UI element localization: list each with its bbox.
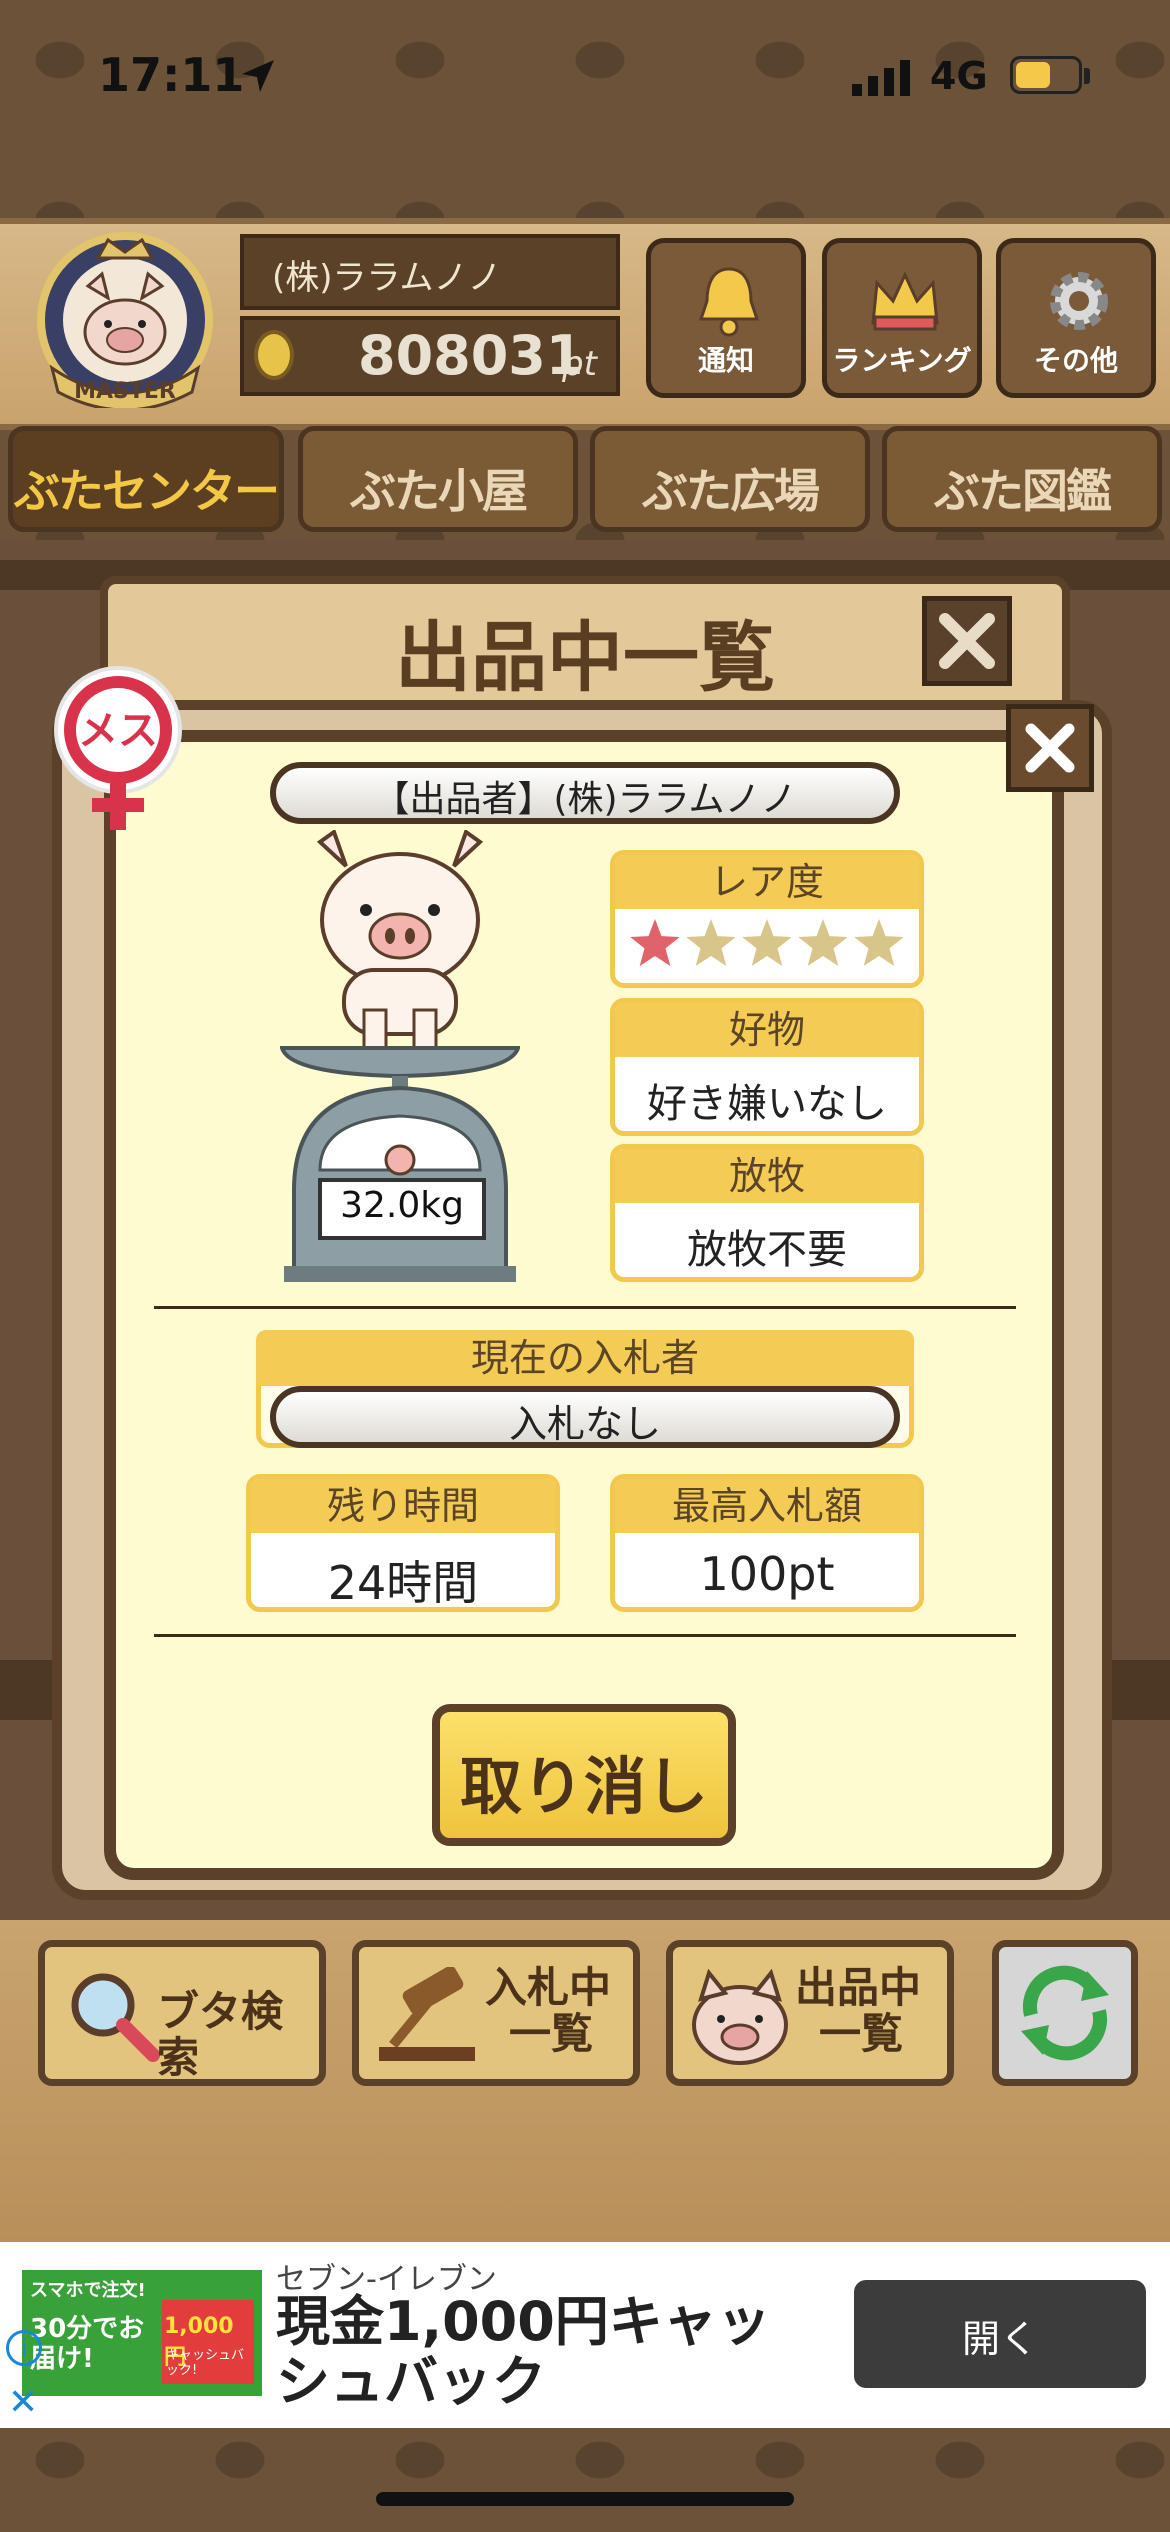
tab-buta-zukan[interactable]: ぶた図鑑: [882, 426, 1162, 532]
gavel-icon: [379, 1967, 475, 2061]
signal-icon: [852, 60, 910, 96]
star-filled-icon: [630, 919, 680, 966]
current-bidder-label: 現在の入札者: [256, 1330, 914, 1386]
battery-icon: [1010, 56, 1082, 94]
ad-close-icon[interactable]: ✕: [8, 2382, 38, 2423]
bidding-list-button[interactable]: 入札中 一覧: [352, 1940, 640, 2086]
bell-icon: [698, 267, 760, 337]
remaining-time-value: 24時間: [327, 1556, 479, 1610]
network-type: 4G: [930, 54, 988, 98]
notify-label: 通知: [697, 344, 754, 377]
remaining-time-card: 残り時間 24時間: [246, 1474, 560, 1612]
current-bidder-value: 入札なし: [508, 1402, 661, 1446]
close-icon: [939, 613, 995, 669]
location-arrow-icon: [242, 60, 274, 92]
remaining-time-label: 残り時間: [251, 1479, 555, 1533]
close-dialog-button[interactable]: [1006, 704, 1094, 792]
divider: [154, 1306, 1016, 1309]
star-empty-icon: [854, 919, 904, 966]
ad-image[interactable]: スマホで注文! 30分でお届け! 1,000円 キャッシュバック!: [22, 2270, 262, 2396]
listing-label-1: 出品中: [795, 1963, 922, 2012]
star-empty-icon: [798, 919, 848, 966]
ranking-label: ランキング: [832, 344, 972, 377]
refresh-button[interactable]: [992, 1940, 1138, 2086]
battery-tip: [1084, 68, 1090, 84]
pig-search-label: ブタ検索: [157, 1987, 284, 2082]
points-unit: pt: [562, 344, 597, 384]
coin-icon: [254, 330, 294, 380]
notify-button[interactable]: 通知: [646, 238, 806, 398]
rarity-stars: [615, 909, 919, 979]
ad-info-icon[interactable]: i: [6, 2330, 42, 2366]
tab-buta-center[interactable]: ぶたセンター: [8, 426, 284, 532]
pig-face-icon: [692, 1968, 788, 2065]
rarity-label: レア度: [615, 855, 919, 909]
favorite-value: 好き嫌いなし: [647, 1081, 887, 1127]
master-badge-icon[interactable]: MASTER: [22, 228, 228, 408]
tab-buta-hiroba[interactable]: ぶた広場: [590, 426, 870, 532]
seller-name: 【出品者】(株)ララムノノ: [373, 779, 797, 820]
pig-search-button[interactable]: ブタ検索: [38, 1940, 326, 2086]
rarity-card: レア度: [610, 850, 924, 988]
home-indicator: [376, 2492, 794, 2506]
ad-headline[interactable]: 現金1,000円キャッシュバック: [276, 2292, 796, 2412]
refresh-icon: [1021, 1965, 1109, 2061]
favorite-label: 好物: [615, 1003, 919, 1057]
ad-open-label[interactable]: 開く: [854, 2308, 1146, 2363]
weight-value: 32.0kg: [340, 1185, 464, 1226]
close-list-button[interactable]: [922, 596, 1012, 686]
listing-list-button[interactable]: 出品中 一覧: [666, 1940, 954, 2086]
bidding-label-2: 一覧: [509, 2009, 594, 2058]
magnifier-icon: [71, 1973, 160, 2062]
cancel-label[interactable]: 取り消し: [432, 1736, 736, 1826]
grazing-label: 放牧: [615, 1149, 919, 1203]
user-name: (株)ララムノノ: [272, 258, 502, 298]
grazing-value: 放牧不要: [687, 1227, 847, 1273]
other-button[interactable]: その他: [996, 238, 1156, 398]
other-label: その他: [1033, 344, 1118, 377]
close-icon: [1025, 723, 1075, 773]
favorite-food-card: 好物 好き嫌いなし: [610, 998, 924, 1136]
star-empty-icon: [686, 919, 736, 966]
divider: [154, 1634, 1016, 1637]
star-empty-icon: [742, 919, 792, 966]
female-icon: メス: [54, 666, 182, 830]
svg-text:メス: メス: [78, 708, 158, 754]
tab-buta-goya[interactable]: ぶた小屋: [298, 426, 578, 532]
ranking-button[interactable]: ランキング: [822, 238, 982, 398]
bidding-label-1: 入札中: [485, 1963, 612, 2012]
grazing-card: 放牧 放牧不要: [610, 1144, 924, 1282]
crown-icon: [871, 271, 939, 331]
max-bid-card: 最高入札額 100pt: [610, 1474, 924, 1612]
star-rating-icon: [630, 919, 904, 966]
points-value: 808031: [358, 324, 584, 387]
max-bid-value: 100pt: [699, 1547, 835, 1601]
gear-icon: [1050, 272, 1108, 330]
max-bid-label: 最高入札額: [615, 1479, 919, 1533]
svg-text:MASTER: MASTER: [74, 379, 176, 404]
listing-label-2: 一覧: [819, 2009, 904, 2058]
status-time: 17:11: [98, 48, 245, 102]
